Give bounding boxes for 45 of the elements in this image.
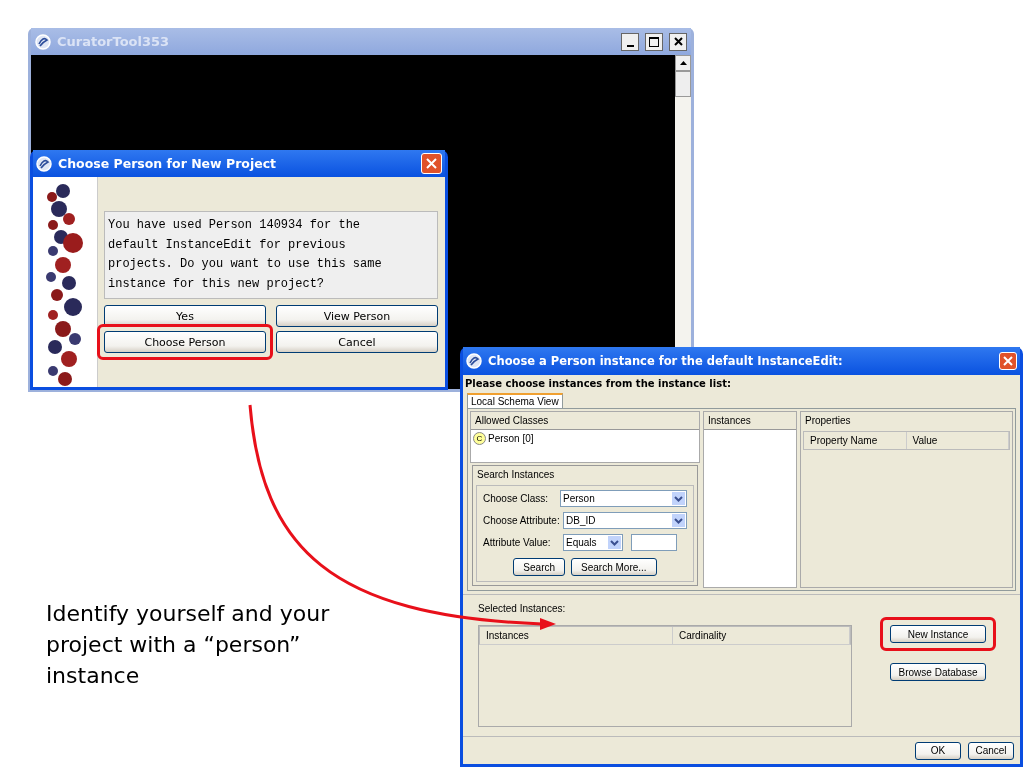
dialog-button[interactable]: View Person: [276, 305, 438, 327]
close-icon: [426, 158, 437, 169]
dialog-button[interactable]: Yes: [104, 305, 266, 327]
logo-icon: [466, 353, 482, 369]
dialog-button[interactable]: Browse Database: [890, 663, 986, 681]
scroll-up-button[interactable]: [675, 55, 691, 71]
window-title: CuratorTool353: [57, 34, 171, 49]
instruction-text: Please choose instances from the instance list:: [464, 377, 732, 391]
dialog-button[interactable]: New Instance: [890, 625, 986, 643]
dropdown[interactable]: DB_ID: [563, 512, 687, 529]
section-label: Selected Instances:: [478, 603, 567, 614]
class-badge: C: [473, 432, 486, 445]
dropdown[interactable]: Equals: [563, 534, 623, 551]
maximize-button[interactable]: [645, 32, 663, 51]
dialog-title: Choose a Person instance for the default InstanceEdit:: [488, 354, 844, 368]
minimize-button[interactable]: [621, 32, 639, 51]
panel-title: Allowed Classes: [474, 414, 550, 428]
dialog-title: Choose Person for New Project: [58, 156, 278, 171]
minimize-icon: [626, 44, 634, 47]
close-icon: [673, 37, 683, 46]
field-label: Attribute Value:: [483, 537, 552, 548]
search-button[interactable]: Search More...: [571, 558, 657, 576]
close-button[interactable]: [669, 32, 687, 51]
message-text: You have used Person 140934 for the default InstanceEdit for previous projects. Do you want to use this same instance for this new project?: [108, 217, 382, 293]
dialog-button[interactable]: Cancel: [276, 331, 438, 353]
up-arrow-icon: [679, 61, 687, 65]
tab[interactable]: Local Schema View: [467, 393, 563, 408]
logo-icon: [36, 155, 52, 172]
maximize-icon: [649, 36, 659, 47]
input-field[interactable]: [631, 534, 677, 551]
scroll-thumb[interactable]: [675, 71, 691, 97]
field-label: Choose Attribute:: [483, 515, 559, 526]
dropdown[interactable]: Person: [560, 490, 687, 507]
dialog-button[interactable]: OK: [915, 741, 961, 760]
panel-title: Instances: [707, 414, 752, 428]
annotation-text: Identify yourself and your project with a “person” instance: [46, 600, 331, 690]
field-label: Choose Class:: [483, 493, 550, 504]
dialog-button[interactable]: Cancel: [968, 741, 1014, 760]
logo-icon: [35, 33, 51, 50]
panel-title: Properties: [804, 414, 852, 428]
search-button[interactable]: Search: [513, 558, 566, 576]
dialog-button[interactable]: Choose Person: [104, 331, 266, 353]
close-icon: [1003, 356, 1013, 366]
panel-title: Search Instances: [476, 468, 556, 482]
class-item[interactable]: Person [0]: [488, 433, 534, 444]
